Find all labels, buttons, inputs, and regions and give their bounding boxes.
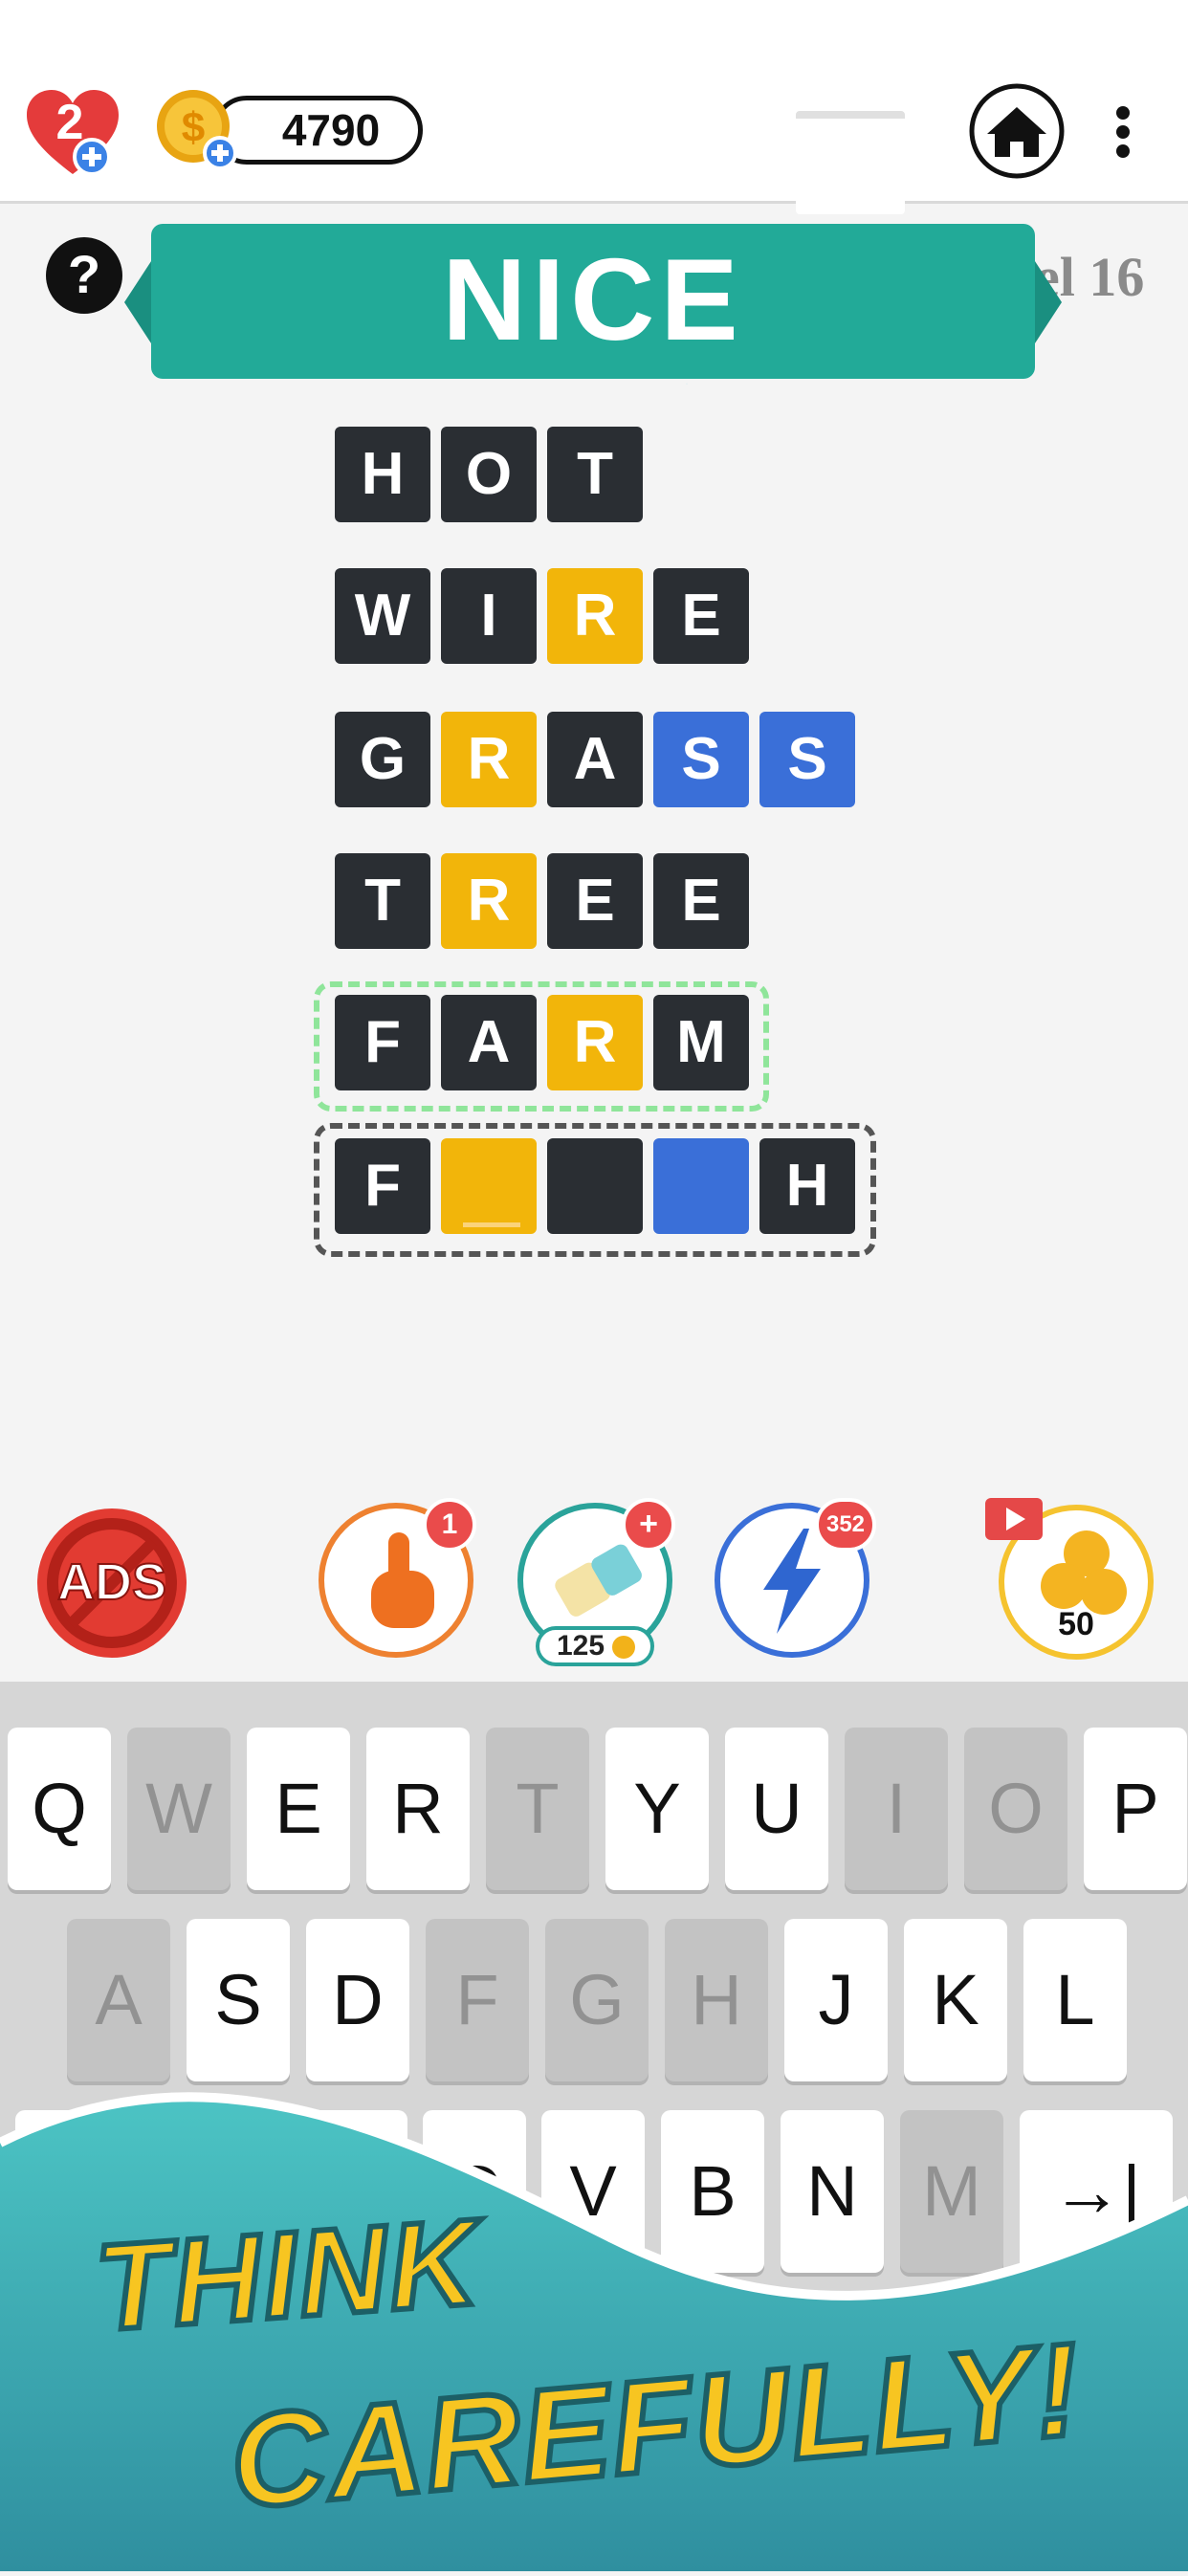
board-tile: O bbox=[441, 427, 537, 522]
key-q[interactable]: Q bbox=[8, 1728, 111, 1890]
key-y[interactable]: Y bbox=[605, 1728, 709, 1890]
board-tile: E bbox=[653, 568, 749, 664]
more-vertical-icon bbox=[1116, 106, 1130, 158]
eraser-add-badge: + bbox=[622, 1498, 675, 1552]
board-tile: T bbox=[547, 427, 643, 522]
key-e[interactable]: E bbox=[247, 1728, 350, 1890]
board-tile: A bbox=[547, 712, 643, 807]
key-u[interactable]: U bbox=[725, 1728, 828, 1890]
ad-slot-tab bbox=[796, 111, 905, 214]
svg-text:$: $ bbox=[182, 104, 205, 151]
help-button[interactable]: ? bbox=[44, 235, 124, 316]
board-tile: E bbox=[547, 853, 643, 949]
coin-icon[interactable]: $ bbox=[155, 88, 239, 172]
lightning-count-badge: 352 bbox=[815, 1498, 876, 1552]
board-tile: R bbox=[547, 568, 643, 664]
home-icon bbox=[969, 83, 1065, 179]
key-p[interactable]: P bbox=[1084, 1728, 1187, 1890]
question-icon: ? bbox=[46, 237, 122, 314]
hint-count-badge: 1 bbox=[423, 1498, 476, 1552]
banner-title: NICE bbox=[442, 234, 744, 364]
key-r[interactable]: R bbox=[366, 1728, 470, 1890]
board-tile: T bbox=[335, 853, 430, 949]
board-tile: I bbox=[441, 568, 537, 664]
home-button[interactable] bbox=[945, 82, 1089, 226]
board-tile: G bbox=[335, 712, 430, 807]
board-tile: R bbox=[441, 712, 537, 807]
board-tile: E bbox=[653, 853, 749, 949]
key-i[interactable]: I bbox=[845, 1728, 948, 1890]
last-guess-frame bbox=[314, 981, 769, 1112]
coin-count: 4790 bbox=[281, 105, 381, 155]
small-coin-icon bbox=[612, 1636, 635, 1659]
board-tile: W bbox=[335, 568, 430, 664]
eraser-cost: 125 bbox=[556, 1630, 605, 1662]
key-w[interactable]: W bbox=[127, 1728, 231, 1890]
board-tile: R bbox=[441, 853, 537, 949]
input-cursor bbox=[463, 1222, 520, 1227]
board-tile: S bbox=[653, 712, 749, 807]
ads-label: ADS bbox=[56, 1552, 167, 1612]
more-options-button[interactable] bbox=[1106, 101, 1140, 207]
board-tile: H bbox=[335, 427, 430, 522]
lives-count: 2 bbox=[55, 95, 84, 150]
current-entry-frame bbox=[314, 1123, 876, 1257]
key-o[interactable]: O bbox=[964, 1728, 1067, 1890]
reward-amount: 50 bbox=[1058, 1606, 1094, 1642]
svg-text:?: ? bbox=[68, 244, 100, 304]
promo-line-1: THINK bbox=[89, 2191, 487, 2360]
board-tile: S bbox=[759, 712, 855, 807]
key-t[interactable]: T bbox=[486, 1728, 589, 1890]
